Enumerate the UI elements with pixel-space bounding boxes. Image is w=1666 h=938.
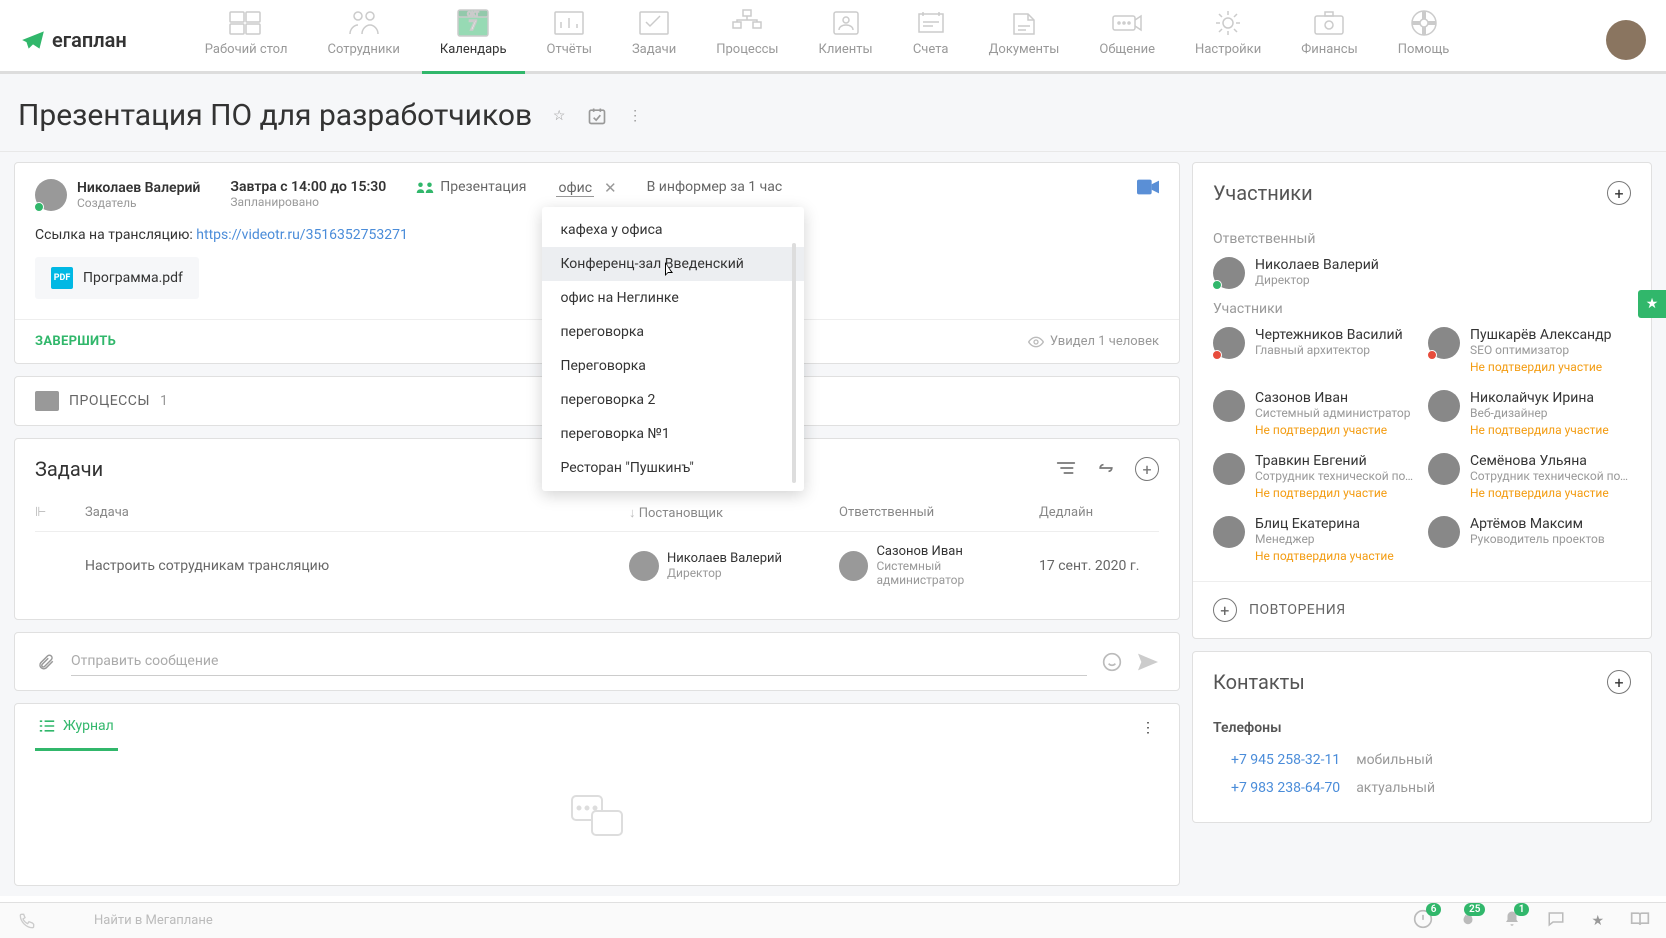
journal-tab[interactable]: Журнал: [35, 704, 118, 751]
clear-location-icon[interactable]: ✕: [604, 179, 617, 197]
responsible-person[interactable]: Николаев Валерий Директор: [1213, 257, 1631, 289]
phone-row[interactable]: +7 945 258-32-11мобильный: [1213, 746, 1631, 774]
repeat-section[interactable]: + ПОВТОРЕНИЯ: [1193, 581, 1651, 638]
journal-more-icon[interactable]: ⋮: [1137, 717, 1159, 739]
location-option[interactable]: переговорка №1: [542, 417, 804, 451]
event-time: Завтра с 14:00 до 15:30 Запланировано: [230, 179, 386, 209]
nav-Календарь[interactable]: 7ОКТКалендарь: [422, 8, 525, 71]
task-table-header: ⊩ Задача ↓ Постановщик Ответственный Дед…: [35, 495, 1159, 532]
participant[interactable]: Артёмов МаксимРуководитель проектов: [1428, 516, 1631, 563]
file-attachment[interactable]: PDF Программа.pdf: [35, 257, 199, 299]
top-header: егаплан Рабочий столСотрудники7ОКТКаленд…: [0, 0, 1666, 74]
paperclip-icon[interactable]: [35, 651, 57, 673]
views-count[interactable]: Увидел 1 человек: [1028, 334, 1159, 349]
stream-link[interactable]: https://videotr.ru/3516352753271: [196, 227, 408, 243]
nav-Счета[interactable]: Счета: [895, 8, 967, 71]
add-contact-button[interactable]: +: [1607, 670, 1631, 694]
logo[interactable]: егаплан: [20, 27, 127, 53]
complete-button[interactable]: ЗАВЕРШИТЬ: [35, 334, 116, 349]
nav-Настройки[interactable]: Настройки: [1177, 8, 1279, 71]
participants-title: Участники: [1213, 181, 1313, 205]
message-input[interactable]: Отправить сообщение: [71, 647, 1087, 676]
add-participant-button[interactable]: +: [1607, 181, 1631, 205]
participant[interactable]: Блиц ЕкатеринаМенеджерНе подтвердила уча…: [1213, 516, 1416, 563]
nav-Сотрудники[interactable]: Сотрудники: [310, 8, 418, 71]
user-avatar[interactable]: [1606, 20, 1646, 60]
star-tray-icon[interactable]: ★: [1591, 913, 1604, 929]
sort-icon[interactable]: [1055, 457, 1077, 479]
briefcase-icon: [35, 391, 59, 411]
fire-tray-icon[interactable]: 25: [1459, 909, 1477, 933]
location-option[interactable]: офис на Неглинке: [542, 281, 804, 315]
participants-card: Участники + Ответственный Николаев Валер…: [1192, 162, 1652, 639]
alert-tray-icon[interactable]: 6: [1413, 909, 1433, 933]
nav-Финансы[interactable]: Финансы: [1283, 8, 1376, 71]
event-type[interactable]: Презентация: [416, 179, 526, 195]
title-bar: Презентация ПО для разработчиков ☆ ⋮: [0, 74, 1666, 152]
phone-row[interactable]: +7 983 238-64-70актуальный: [1213, 774, 1631, 802]
journal-card: Журнал ⋮: [14, 703, 1180, 886]
nav-Рабочий стол[interactable]: Рабочий стол: [187, 8, 306, 71]
participant[interactable]: Травкин ЕвгенийСотрудник технической под…: [1213, 453, 1416, 500]
bottom-bar: Найти в Мегаплане 6 25 1 ★: [0, 902, 1666, 938]
page-title: Презентация ПО для разработчиков: [18, 98, 532, 133]
bell-tray-icon[interactable]: 1: [1503, 909, 1521, 933]
participant[interactable]: Семёнова УльянаСотрудник технической под…: [1428, 453, 1631, 500]
location-field[interactable]: офис ✕ кафеха у офисаКонференц-зал Введе…: [556, 179, 616, 197]
add-task-button[interactable]: +: [1135, 457, 1159, 481]
participant[interactable]: Чертежников ВасилийГлавный архитектор: [1213, 327, 1416, 374]
reminder[interactable]: В информер за 1 час: [647, 179, 783, 195]
video-icon[interactable]: [1137, 179, 1159, 199]
location-option[interactable]: Переговорка: [542, 349, 804, 383]
contacts-card: Контакты + Телефоны +7 945 258-32-11моби…: [1192, 651, 1652, 823]
creator-name: Николаев Валерий: [77, 180, 200, 196]
participant[interactable]: Пушкарёв АлександрSEO оптимизаторНе подт…: [1428, 327, 1631, 374]
location-option[interactable]: кафеха у офиса: [542, 213, 804, 247]
title-actions: ☆ ⋮: [548, 105, 646, 127]
expand-icon[interactable]: ⊩: [35, 505, 75, 521]
nav-Клиенты[interactable]: Клиенты: [801, 8, 891, 71]
send-icon[interactable]: [1137, 651, 1159, 673]
location-option[interactable]: переговорка: [542, 315, 804, 349]
global-search[interactable]: Найти в Мегаплане: [54, 913, 694, 928]
phone-icon[interactable]: [16, 910, 38, 932]
feedback-tab[interactable]: ★: [1638, 290, 1666, 318]
participant[interactable]: Николайчук ИринаВеб-дизайнерНе подтверди…: [1428, 390, 1631, 437]
nav-Общение[interactable]: Общение: [1081, 8, 1173, 71]
more-vertical-icon[interactable]: ⋮: [624, 105, 646, 127]
nav-Документы[interactable]: Документы: [971, 8, 1078, 71]
svg-text:ОКТ: ОКТ: [467, 11, 479, 18]
contacts-title: Контакты: [1213, 670, 1305, 694]
add-repeat-button[interactable]: +: [1213, 598, 1237, 622]
event-card: Николаев Валерий Создатель Завтра с 14:0…: [14, 162, 1180, 364]
logo-text: егаплан: [52, 28, 127, 52]
link-icon[interactable]: [1095, 457, 1117, 479]
task-row[interactable]: Настроить сотрудникам трансляцию Николае…: [35, 532, 1159, 599]
book-tray-icon[interactable]: [1630, 911, 1650, 931]
chat-tray-icon[interactable]: [1547, 910, 1565, 932]
main-nav: Рабочий столСотрудники7ОКТКалендарьОтчёт…: [187, 8, 1606, 71]
location-option[interactable]: Ресторан "Пушкинъ": [542, 451, 804, 485]
svg-text:7: 7: [469, 18, 477, 34]
journal-empty: [15, 751, 1179, 885]
location-option[interactable]: Конференц-зал Введенский: [542, 247, 804, 281]
nav-Отчёты[interactable]: Отчёты: [529, 8, 610, 71]
participant[interactable]: Сазонов ИванСистемный администраторНе по…: [1213, 390, 1416, 437]
location-option[interactable]: переговорка 2: [542, 383, 804, 417]
message-compose: Отправить сообщение: [14, 632, 1180, 691]
nav-Помощь[interactable]: Помощь: [1380, 8, 1468, 71]
pdf-icon: PDF: [51, 267, 73, 289]
calendar-check-icon[interactable]: [586, 105, 608, 127]
star-icon[interactable]: ☆: [548, 105, 570, 127]
nav-Задачи[interactable]: Задачи: [614, 8, 694, 71]
creator[interactable]: Николаев Валерий Создатель: [35, 179, 200, 211]
location-dropdown: кафеха у офисаКонференц-зал Введенскийоф…: [542, 207, 804, 491]
nav-Процессы[interactable]: Процессы: [698, 8, 796, 71]
emoji-icon[interactable]: [1101, 651, 1123, 673]
tasks-title: Задачи: [35, 457, 103, 481]
creator-role: Создатель: [77, 196, 200, 210]
